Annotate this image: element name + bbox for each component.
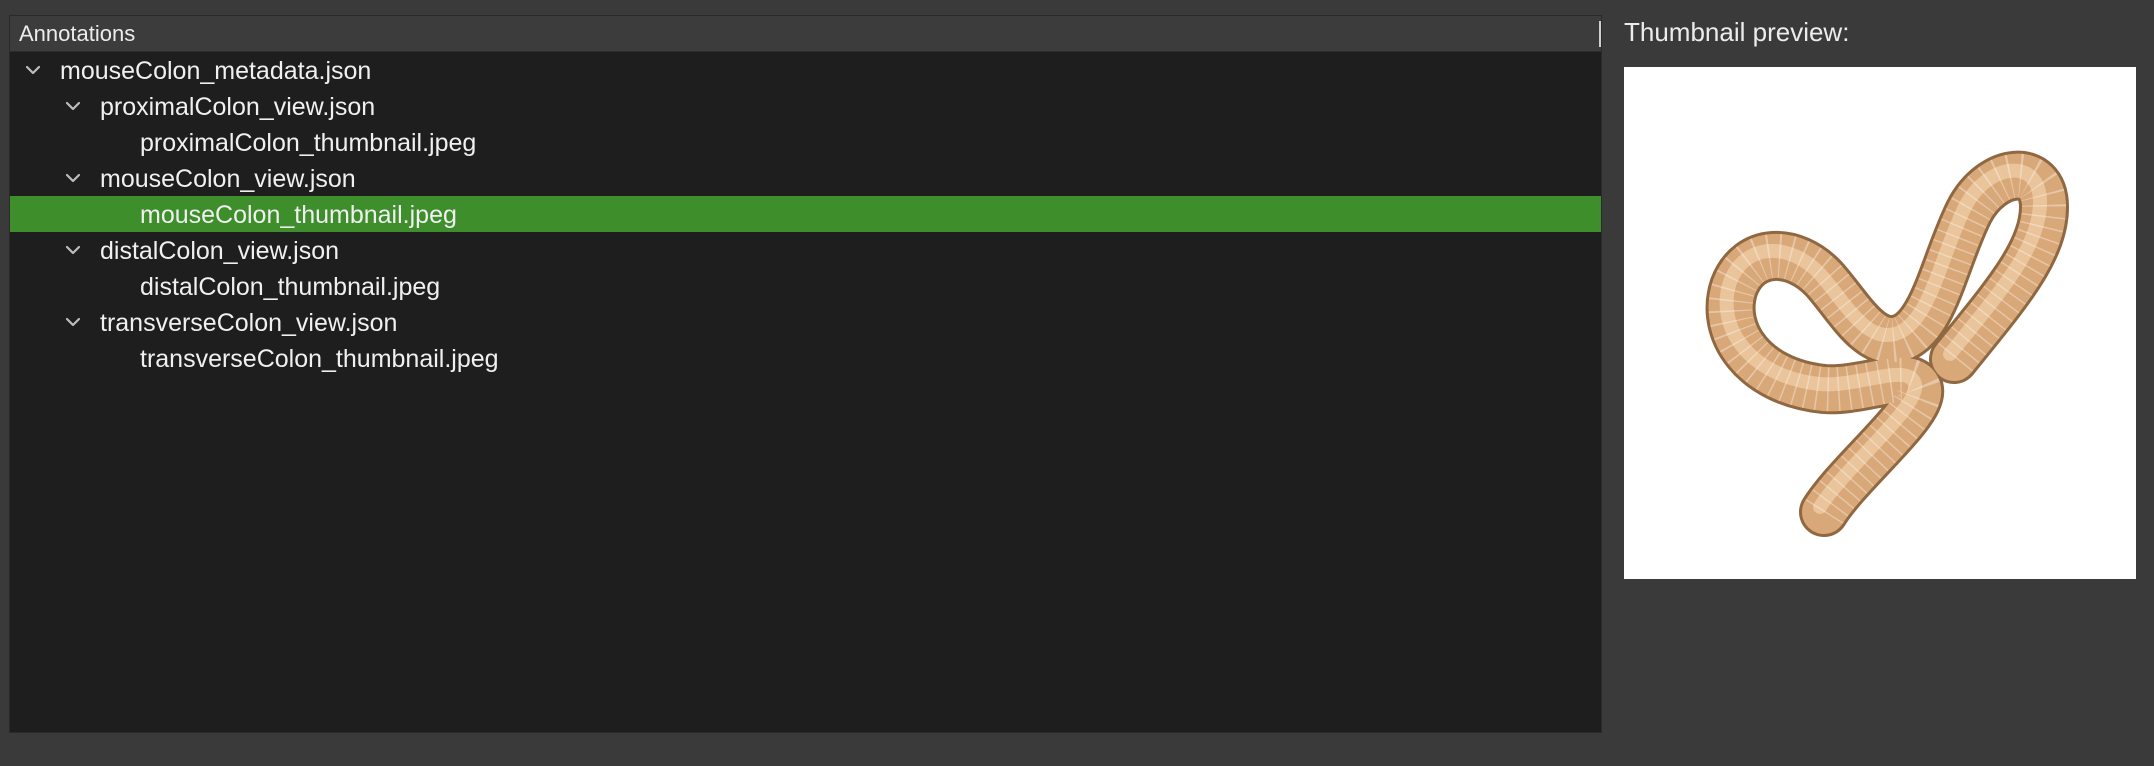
tree-item-label: mouseColon_view.json xyxy=(100,165,356,193)
annotations-header-label: Annotations xyxy=(19,21,136,46)
annotations-tree: mouseColon_metadata.json proximalColon_v… xyxy=(10,52,1601,376)
tree-item-transversecolon-thumbnail[interactable]: transverseColon_thumbnail.jpeg xyxy=(10,340,1601,376)
tree-item-label: distalColon_view.json xyxy=(100,237,340,265)
thumbnail-preview-title: Thumbnail preview: xyxy=(1624,17,1850,47)
tree-item-label: mouseColon_thumbnail.jpeg xyxy=(140,201,457,229)
chevron-down-icon[interactable] xyxy=(60,237,86,263)
chevron-down-icon[interactable] xyxy=(60,165,86,191)
annotations-tree-panel: Annotations mouseColon_metadata.json pro… xyxy=(9,15,1602,733)
tree-item-label: mouseColon_metadata.json xyxy=(60,57,372,85)
annotations-column-header[interactable]: Annotations xyxy=(10,16,1601,52)
tree-item-label: transverseColon_view.json xyxy=(100,309,398,337)
column-resize-handle[interactable] xyxy=(1599,21,1601,47)
tree-item-label: proximalColon_thumbnail.jpeg xyxy=(140,129,477,157)
colon-model-render xyxy=(1705,150,2069,537)
tree-item-mousecolon-thumbnail[interactable]: mouseColon_thumbnail.jpeg xyxy=(10,196,1601,232)
tree-item-label: distalColon_thumbnail.jpeg xyxy=(140,273,441,301)
tree-item-distalcolon-view[interactable]: distalColon_view.json xyxy=(10,232,1601,268)
tree-item-transversecolon-view[interactable]: transverseColon_view.json xyxy=(10,304,1601,340)
chevron-down-icon[interactable] xyxy=(20,57,46,83)
thumbnail-preview-image xyxy=(1624,67,2136,579)
tree-item-mousecolon-view[interactable]: mouseColon_view.json xyxy=(10,160,1601,196)
tree-item-distalcolon-thumbnail[interactable]: distalColon_thumbnail.jpeg xyxy=(10,268,1601,304)
tree-item-label: transverseColon_thumbnail.jpeg xyxy=(140,345,499,373)
tree-item-label: proximalColon_view.json xyxy=(100,93,376,121)
chevron-down-icon[interactable] xyxy=(60,93,86,119)
chevron-down-icon[interactable] xyxy=(60,309,86,335)
tree-item-proximalcolon-thumbnail[interactable]: proximalColon_thumbnail.jpeg xyxy=(10,124,1601,160)
tree-item-proximalcolon-view[interactable]: proximalColon_view.json xyxy=(10,88,1601,124)
tree-item-mousecolon-metadata[interactable]: mouseColon_metadata.json xyxy=(10,52,1601,88)
